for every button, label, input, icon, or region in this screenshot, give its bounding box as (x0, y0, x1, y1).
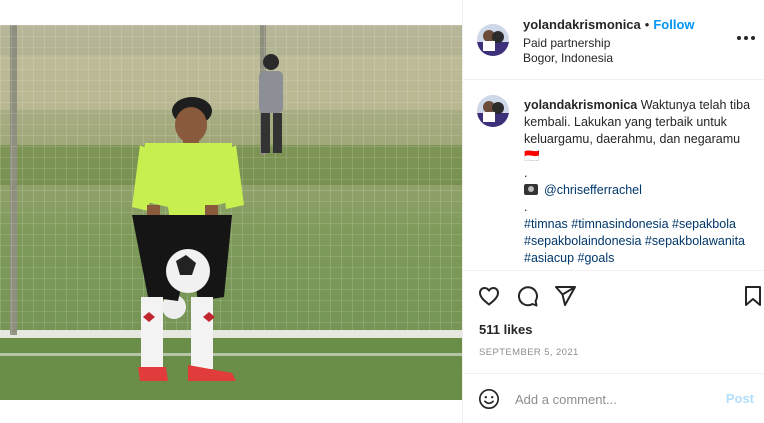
caption-dot: . (524, 200, 528, 214)
mention-link[interactable]: @chrisefferrachel (544, 183, 642, 197)
hashtags[interactable]: #timnas #timnasindonesia #sepakbola #sep… (524, 216, 756, 267)
likes-count[interactable]: 511 likes (479, 322, 533, 337)
photo-pane (0, 0, 462, 423)
caption-username[interactable]: yolandakrismonica (524, 98, 637, 112)
bookmark-icon[interactable] (741, 284, 764, 308)
follow-button[interactable]: Follow (653, 17, 694, 32)
paid-partnership-label[interactable]: Paid partnership (523, 36, 610, 50)
username-link[interactable]: yolandakrismonica (523, 17, 641, 32)
post-sidebar: yolandakrismonica • Follow Paid partnershi… (462, 0, 764, 423)
emoji-icon[interactable] (478, 388, 500, 410)
location-link[interactable]: Bogor, Indonesia (523, 51, 613, 65)
comment-bar: Post (463, 373, 764, 423)
actions-section: 511 likes SEPTEMBER 5, 2021 (463, 270, 764, 373)
post-button[interactable]: Post (726, 391, 754, 406)
more-horizontal-icon[interactable] (736, 30, 756, 46)
heart-icon[interactable] (477, 284, 501, 308)
send-icon[interactable] (553, 284, 577, 308)
post-photo[interactable] (0, 25, 462, 400)
post-date: SEPTEMBER 5, 2021 (479, 347, 579, 358)
camera-icon (524, 184, 538, 195)
comment-icon[interactable] (515, 284, 539, 308)
caption-area: yolandakrismonica Waktunya telah tiba ke… (463, 81, 764, 271)
comment-input[interactable] (515, 388, 715, 410)
avatar[interactable] (477, 24, 509, 56)
post-header: yolandakrismonica • Follow Paid partnershi… (463, 0, 764, 80)
separator-dot: • (644, 17, 650, 32)
goalkeeper-photo (0, 25, 462, 400)
caption-dot: . (524, 166, 528, 180)
avatar[interactable] (477, 95, 509, 127)
caption-text: yolandakrismonica Waktunya telah tiba ke… (524, 97, 756, 267)
post-author: yolandakrismonica • Follow (523, 17, 695, 32)
